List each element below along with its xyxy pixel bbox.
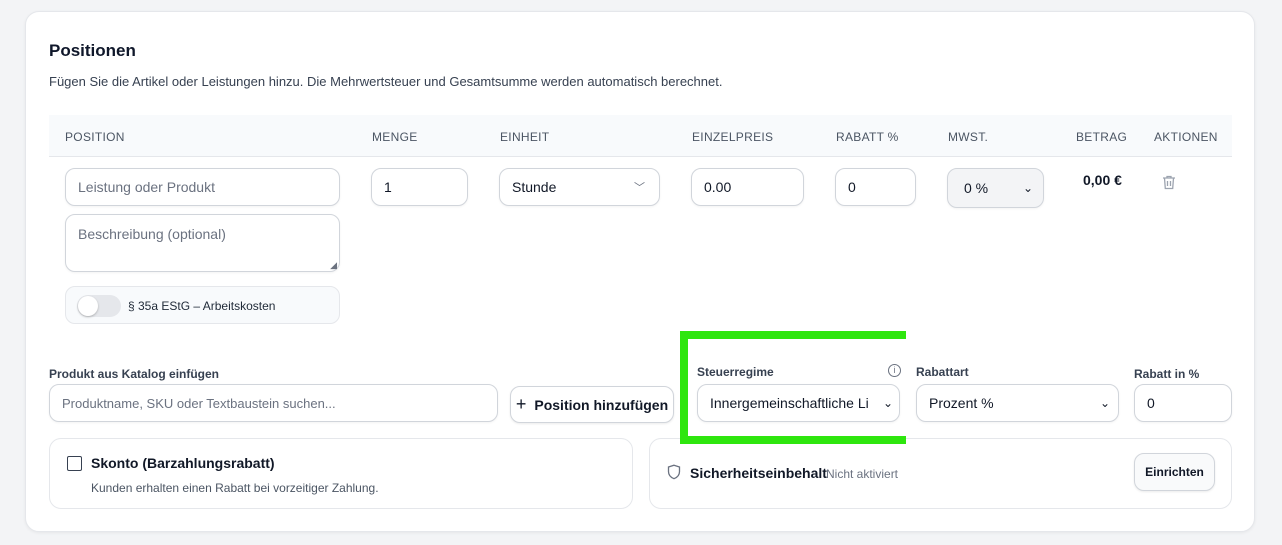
chevron-down-icon: ⌄ [1099, 396, 1110, 410]
sicherheitseinbehalt-panel: Sicherheitseinbehalt Nicht aktiviert Ein… [649, 438, 1232, 509]
beschreibung-textarea[interactable]: Beschreibung (optional) ◢ [65, 214, 340, 272]
rabatt-input[interactable]: 0 [835, 168, 916, 206]
add-position-button[interactable]: + Position hinzufügen [510, 386, 674, 423]
catalog-search-input[interactable]: Produktname, SKU oder Textbaustein suche… [49, 384, 498, 422]
menge-input[interactable]: 1 [371, 168, 468, 206]
catalog-label: Produkt aus Katalog einfügen [49, 367, 220, 381]
rabatt-prozent-label: Rabatt in % [1134, 367, 1200, 381]
arbeitskosten-label: § 35a EStG – Arbeitskosten [128, 299, 276, 313]
highlight-marker [680, 331, 906, 444]
mwst-select[interactable]: 0 % ⌄ [947, 168, 1044, 208]
rabattart-value: Prozent % [929, 395, 994, 411]
header-betrag: Betrag [1076, 130, 1128, 144]
header-menge: Menge [372, 130, 418, 144]
chevron-down-icon: ﹀ [634, 182, 645, 194]
delete-icon[interactable] [1161, 174, 1177, 196]
einrichten-button[interactable]: Einrichten [1134, 453, 1215, 491]
skonto-panel: Skonto (Barzahlungsrabatt) Kunden erhalt… [49, 438, 633, 509]
header-einheit: Einheit [500, 130, 550, 144]
skonto-checkbox[interactable] [67, 456, 82, 471]
rabatt-prozent-value: 0 [1147, 395, 1155, 411]
resize-handle-icon[interactable]: ◢ [330, 260, 337, 271]
einrichten-label: Einrichten [1145, 465, 1204, 479]
menge-value: 1 [384, 179, 392, 195]
einzelpreis-input[interactable]: 0.00 [691, 168, 804, 206]
header-einzelpreis: Einzelpreis [692, 130, 774, 144]
skonto-description: Kunden erhalten einen Rabatt bei vorzeit… [91, 481, 379, 495]
header-aktionen: Aktionen [1154, 130, 1218, 144]
shield-icon [667, 464, 681, 485]
section-title: Positionen [49, 41, 136, 60]
rabatt-value: 0 [848, 179, 856, 195]
beschreibung-placeholder: Beschreibung (optional) [78, 226, 226, 242]
arbeitskosten-toggle[interactable] [77, 295, 121, 317]
betrag-value: 0,00 € [1083, 172, 1122, 188]
einzelpreis-value: 0.00 [704, 179, 732, 195]
plus-icon: + [515, 394, 527, 414]
header-mwst: MwSt. [948, 130, 989, 144]
arbeitskosten-toggle-row: § 35a EStG – Arbeitskosten [65, 286, 340, 324]
sicherheitseinbehalt-label: Sicherheitseinbehalt [690, 465, 827, 481]
positions-card: Positionen Fügen Sie die Artikel oder Le… [25, 11, 1255, 532]
catalog-placeholder: Produktname, SKU oder Textbaustein suche… [62, 395, 336, 411]
rabatt-prozent-input[interactable]: 0 [1134, 384, 1232, 422]
position-placeholder: Leistung oder Produkt [78, 179, 215, 195]
einheit-value: Stunde [512, 179, 557, 195]
header-position: Position [65, 130, 125, 144]
rabattart-label: Rabattart [916, 365, 969, 379]
position-input[interactable]: Leistung oder Produkt [65, 168, 340, 206]
mwst-value: 0 % [964, 180, 989, 196]
add-position-label: Position hinzufügen [534, 396, 669, 413]
rabattart-select[interactable]: Prozent % ⌄ [916, 384, 1119, 422]
skonto-label: Skonto (Barzahlungsrabatt) [91, 455, 275, 471]
chevron-down-icon: ⌄ [1022, 181, 1033, 195]
einheit-select[interactable]: Stunde ﹀ [499, 168, 660, 206]
table-header: Position Menge Einheit Einzelpreis Rabat… [49, 115, 1232, 157]
sicherheitseinbehalt-status: Nicht aktiviert [826, 467, 899, 481]
toggle-knob [78, 296, 98, 316]
section-subtitle: Fügen Sie die Artikel oder Leistungen hi… [49, 74, 723, 89]
header-rabatt: Rabatt % [836, 130, 899, 144]
